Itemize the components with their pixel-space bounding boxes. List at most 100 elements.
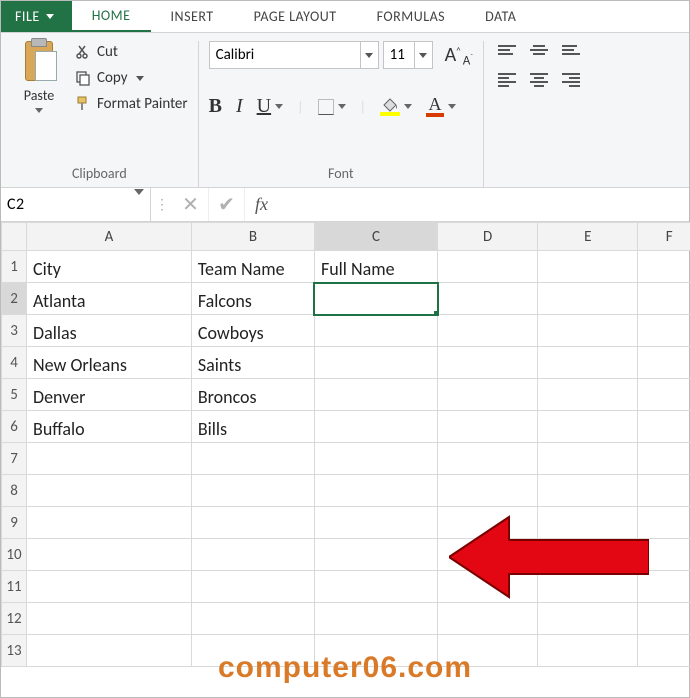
fx-icon[interactable]: fx (245, 194, 278, 215)
fill-color-button[interactable] (380, 98, 412, 116)
row-header-2[interactable]: 2 (2, 283, 27, 315)
cell-C7[interactable] (314, 443, 437, 475)
cell-D7[interactable] (438, 443, 538, 475)
cell-C6[interactable] (314, 411, 437, 443)
cell-C8[interactable] (314, 475, 437, 507)
grid[interactable]: A B C D E F 1CityTeam NameFull Name2Atla… (1, 222, 690, 667)
cell-D4[interactable] (438, 347, 538, 379)
cell-B6[interactable]: Bills (191, 411, 314, 443)
cell-C4[interactable] (314, 347, 437, 379)
font-size-input[interactable] (384, 44, 414, 66)
cut-button[interactable]: Cut (75, 43, 188, 61)
cell-E9[interactable] (538, 507, 638, 539)
align-left-button[interactable] (498, 73, 516, 87)
cell-B9[interactable] (191, 507, 314, 539)
tab-formulas[interactable]: FORMULAS (357, 1, 466, 32)
cell-B1[interactable]: Team Name (191, 251, 314, 283)
cell-A3[interactable]: Dallas (27, 315, 192, 347)
cell-E7[interactable] (538, 443, 638, 475)
row-header-7[interactable]: 7 (2, 443, 27, 475)
cell-C3[interactable] (314, 315, 437, 347)
paste-button[interactable]: Paste (11, 41, 67, 113)
row-header-9[interactable]: 9 (2, 507, 27, 539)
tab-file[interactable]: FILE (1, 1, 72, 32)
cell-E3[interactable] (538, 315, 638, 347)
grow-font-button[interactable]: A^ (445, 43, 461, 67)
cell-A1[interactable]: City (27, 251, 192, 283)
cell-A8[interactable] (27, 475, 192, 507)
bold-button[interactable]: B (209, 95, 222, 118)
align-top-button[interactable] (498, 45, 516, 55)
cell-A9[interactable] (27, 507, 192, 539)
cell-E12[interactable] (538, 603, 638, 635)
cell-C10[interactable] (314, 539, 437, 571)
cell-D2[interactable] (438, 283, 538, 315)
cell-A4[interactable]: New Orleans (27, 347, 192, 379)
cell-C1[interactable]: Full Name (314, 251, 437, 283)
cell-A7[interactable] (27, 443, 192, 475)
cell-B5[interactable]: Broncos (191, 379, 314, 411)
font-size-dropdown[interactable] (414, 42, 432, 68)
cell-E6[interactable] (538, 411, 638, 443)
cell-B12[interactable] (191, 603, 314, 635)
row-header-8[interactable]: 8 (2, 475, 27, 507)
cell-F8[interactable] (638, 475, 690, 507)
cell-E8[interactable] (538, 475, 638, 507)
copy-button[interactable]: Copy (75, 69, 188, 87)
cell-D12[interactable] (438, 603, 538, 635)
font-name-combo[interactable] (209, 41, 379, 69)
cell-B7[interactable] (191, 443, 314, 475)
col-header-D[interactable]: D (438, 223, 538, 251)
cell-D11[interactable] (438, 571, 538, 603)
formula-input[interactable] (278, 188, 689, 221)
font-size-combo[interactable] (383, 41, 433, 69)
cell-F11[interactable] (638, 571, 690, 603)
cell-B11[interactable] (191, 571, 314, 603)
cell-F3[interactable] (638, 315, 690, 347)
cell-D10[interactable] (438, 539, 538, 571)
cell-E10[interactable] (538, 539, 638, 571)
align-right-button[interactable] (562, 73, 580, 87)
cell-C9[interactable] (314, 507, 437, 539)
col-header-F[interactable]: F (638, 223, 690, 251)
cell-A12[interactable] (27, 603, 192, 635)
format-painter-button[interactable]: Format Painter (75, 95, 188, 113)
cell-D6[interactable] (438, 411, 538, 443)
underline-button[interactable]: U (257, 95, 283, 118)
cell-B3[interactable]: Cowboys (191, 315, 314, 347)
cell-D3[interactable] (438, 315, 538, 347)
row-header-4[interactable]: 4 (2, 347, 27, 379)
cell-F2[interactable] (638, 283, 690, 315)
cell-E5[interactable] (538, 379, 638, 411)
cell-F10[interactable] (638, 539, 690, 571)
col-header-A[interactable]: A (27, 223, 192, 251)
cell-E2[interactable] (538, 283, 638, 315)
align-middle-button[interactable] (530, 45, 548, 55)
row-header-12[interactable]: 12 (2, 603, 27, 635)
row-header-10[interactable]: 10 (2, 539, 27, 571)
cell-A5[interactable]: Denver (27, 379, 192, 411)
cell-D9[interactable] (438, 507, 538, 539)
row-header-3[interactable]: 3 (2, 315, 27, 347)
cancel-formula-button[interactable]: ✕ (173, 188, 209, 221)
cell-D5[interactable] (438, 379, 538, 411)
cell-C12[interactable] (314, 603, 437, 635)
cell-A10[interactable] (27, 539, 192, 571)
italic-button[interactable]: I (236, 95, 243, 118)
row-header-6[interactable]: 6 (2, 411, 27, 443)
tab-page-layout[interactable]: PAGE LAYOUT (234, 1, 357, 32)
cell-A11[interactable] (27, 571, 192, 603)
cell-F12[interactable] (638, 603, 690, 635)
font-name-input[interactable] (210, 44, 360, 66)
cell-E1[interactable] (538, 251, 638, 283)
name-box[interactable]: C2 (1, 188, 151, 221)
cell-E11[interactable] (538, 571, 638, 603)
cell-C5[interactable] (314, 379, 437, 411)
font-color-button[interactable]: A (426, 97, 456, 117)
align-center-button[interactable] (530, 73, 548, 87)
tab-insert[interactable]: INSERT (151, 1, 234, 32)
borders-button[interactable] (318, 99, 346, 115)
cell-B4[interactable]: Saints (191, 347, 314, 379)
select-all-corner[interactable] (2, 223, 27, 251)
cell-D1[interactable] (438, 251, 538, 283)
